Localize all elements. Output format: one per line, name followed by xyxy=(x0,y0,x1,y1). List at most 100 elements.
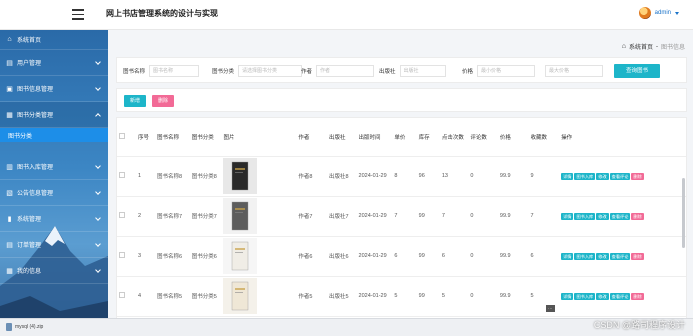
row-actions: 详情 图书入库 修改 查看评论 删除 xyxy=(559,236,686,277)
delete-button[interactable]: 删除 xyxy=(631,252,644,260)
cell-price: 99.9 xyxy=(497,196,529,237)
cell-publisher: 出版社7 xyxy=(326,196,357,237)
search-button[interactable]: 查询图书 xyxy=(614,64,660,78)
stock-in-button[interactable]: 图书入库 xyxy=(574,212,596,220)
detail-button[interactable]: 详情 xyxy=(561,252,574,260)
edit-button[interactable]: 修改 xyxy=(596,292,609,300)
cell-stock: 99 xyxy=(416,236,440,277)
cover-cell xyxy=(221,196,297,237)
cell-stock: 99 xyxy=(416,196,440,237)
sidebar-item-book-info[interactable]: ▣ 图书信息管理 xyxy=(0,76,108,102)
cell-category: 图书分类8 xyxy=(189,156,222,197)
publisher-input[interactable]: 出版社 xyxy=(399,65,446,77)
edit-button[interactable]: 修改 xyxy=(596,252,609,260)
username[interactable]: admin xyxy=(655,10,671,16)
detail-button[interactable]: 详情 xyxy=(561,212,574,220)
cell-price: 99.9 xyxy=(497,236,529,277)
scrollbar-thumb[interactable] xyxy=(682,178,685,248)
row-actions: 详情 图书入库 修改 查看评论 删除 xyxy=(559,156,686,197)
row-checkbox[interactable] xyxy=(119,292,125,298)
cell-date: 2024-01-29 xyxy=(356,196,393,237)
sidebar-item-label: 公告信息管理 xyxy=(17,191,54,197)
chevron-down-icon[interactable] xyxy=(675,11,679,15)
detail-button[interactable]: 详情 xyxy=(561,292,574,300)
column-header: 图书分类 xyxy=(189,118,222,157)
column-header: 收藏数 xyxy=(528,118,560,157)
cell-seq: 3 xyxy=(135,236,155,277)
zip-file-icon xyxy=(6,323,12,331)
edit-button[interactable]: 修改 xyxy=(596,172,609,180)
add-button[interactable]: 新增 xyxy=(124,95,146,107)
delete-button[interactable]: 删除 xyxy=(152,95,174,107)
edit-button[interactable]: 修改 xyxy=(596,212,609,220)
row-checkbox[interactable] xyxy=(119,212,125,218)
cell-clicks: 5 xyxy=(439,276,469,317)
cell-name: 图书名称8 xyxy=(154,156,190,197)
breadcrumb-home[interactable]: 系统首页 xyxy=(629,42,653,51)
stock-in-button[interactable]: 图书入库 xyxy=(574,172,596,180)
sidebar-item-stock-in[interactable]: ▥ 图书入库管理 xyxy=(0,154,108,180)
cell-stock: 96 xyxy=(416,156,440,197)
chevron-up-icon xyxy=(95,113,101,119)
menu-toggle-icon[interactable] xyxy=(72,9,84,20)
download-item[interactable]: mysql (4).zip xyxy=(6,323,43,331)
delete-button[interactable]: 删除 xyxy=(631,212,644,220)
sidebar-item-profile[interactable]: ▦ 我的信息 xyxy=(0,258,108,284)
max-price-input[interactable]: 最大价格 xyxy=(545,65,603,77)
sidebar-item-label: 用户管理 xyxy=(17,61,42,67)
sidebar-subitem-book-category[interactable]: 图书分类 xyxy=(0,128,108,142)
sidebar-item-label: 我的信息 xyxy=(17,269,42,275)
book-name-input[interactable]: 图书名称 xyxy=(149,65,200,77)
row-checkbox-cell xyxy=(117,156,136,197)
select-all-checkbox[interactable] xyxy=(119,132,125,139)
chevron-down-icon xyxy=(95,215,101,221)
stock-in-button[interactable]: 图书入库 xyxy=(574,252,596,260)
cell-clicks: 13 xyxy=(439,156,469,197)
author-input[interactable]: 作者 xyxy=(316,65,375,77)
table-row: 4 图书名称5 图书分类5 作者5 出版社5 2024-01-29 5 99 5 0 99.9 5 详… xyxy=(117,276,686,317)
row-checkbox-cell xyxy=(117,276,136,317)
column-header: 出版时间 xyxy=(356,118,393,157)
table-row: 3 图书名称6 图书分类6 作者6 出版社6 2024-01-29 6 99 6 0 99.9 6 详… xyxy=(117,236,686,277)
view-comments-button[interactable]: 查看评论 xyxy=(609,292,631,300)
search-panel: 图书名称 图书名称 图书分类 请选择图书分类 作者 作者 出版社 出版社 价格 … xyxy=(116,57,687,83)
system-icon: ▮ xyxy=(7,215,12,223)
sidebar-item-users[interactable]: ▤ 用户管理 xyxy=(0,50,108,76)
cell-date: 2024-01-29 xyxy=(356,236,393,277)
sidebar-item-system[interactable]: ▮ 系统管理 xyxy=(0,206,108,232)
chevron-down-icon xyxy=(95,189,101,195)
search-field-name: 图书名称 图书名称 xyxy=(123,65,200,77)
view-comments-button[interactable]: 查看评论 xyxy=(609,252,631,260)
row-checkbox[interactable] xyxy=(119,172,125,178)
delete-button[interactable]: 删除 xyxy=(631,292,644,300)
delete-button[interactable]: 删除 xyxy=(631,172,644,180)
cell-price: 99.9 xyxy=(497,276,529,317)
book-cover-image xyxy=(223,238,258,274)
user-menu[interactable]: admin xyxy=(638,7,679,19)
category-select[interactable]: 请选择图书分类 xyxy=(238,65,303,77)
sidebar-item-home[interactable]: ⌂ 系统首页 xyxy=(0,30,108,50)
stock-in-button[interactable]: 图书入库 xyxy=(574,292,596,300)
column-header: 操作 xyxy=(559,118,686,157)
top-bar: 网上书店管理系统的设计与实现 admin xyxy=(0,0,693,30)
row-checkbox[interactable] xyxy=(119,252,125,258)
detail-button[interactable]: 详情 xyxy=(561,172,574,180)
cell-seq: 1 xyxy=(135,156,155,197)
sidebar-item-notice[interactable]: ▧ 公告信息管理 xyxy=(0,180,108,206)
book-cover-image xyxy=(223,158,258,194)
min-price-input[interactable]: 最小价格 xyxy=(477,65,536,77)
avatar[interactable] xyxy=(638,7,651,19)
view-comments-button[interactable]: 查看评论 xyxy=(609,172,631,180)
sidebar-item-book-category[interactable]: ▦ 图书分类管理 xyxy=(0,102,108,128)
search-field-category: 图书分类 请选择图书分类 xyxy=(212,65,303,77)
cell-name: 图书名称6 xyxy=(154,236,190,277)
cell-comments: 0 xyxy=(468,156,498,197)
cell-category: 图书分类6 xyxy=(189,236,222,277)
cell-unit: 5 xyxy=(392,276,417,317)
sidebar-item-label: 图书入库管理 xyxy=(17,165,54,171)
sidebar-item-orders[interactable]: ▤ 订单管理 xyxy=(0,232,108,258)
chevron-down-icon xyxy=(95,267,101,273)
table-header-row: 序号 图书名称 图书分类 图片 作者 出版社 出版时间 单价 库存 点击次数 评… xyxy=(117,118,686,157)
cell-date: 2024-01-29 xyxy=(356,276,393,317)
view-comments-button[interactable]: 查看评论 xyxy=(609,212,631,220)
